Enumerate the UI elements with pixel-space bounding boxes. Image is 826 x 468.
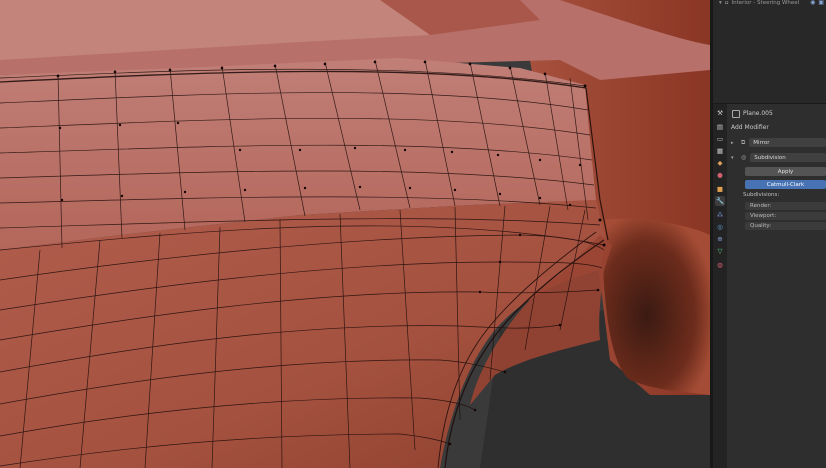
- modifier-row-mirror[interactable]: ▸ ⧉ Mirror: [731, 137, 826, 148]
- add-modifier-button[interactable]: Add Modifier: [731, 122, 826, 133]
- modifier-panel: Plane.005 Add Modifier ▸ ⧉ Mirror ▾ ◎ Su…: [727, 104, 826, 468]
- catmull-clark-toggle[interactable]: Catmull-Clark: [745, 180, 826, 189]
- properties-area: ▾ ▫ Interior - Steering Wheel ◉ ▣ ⚒ ▤ ▭ …: [713, 0, 826, 468]
- chevron-down-icon[interactable]: ▾: [719, 0, 722, 6]
- render-levels-field[interactable]: Render:: [745, 202, 826, 210]
- tool-tab-icon[interactable]: ⚒: [715, 108, 725, 118]
- modifier-row-subdivision[interactable]: ▾ ◎ Subdivision: [731, 152, 826, 163]
- car-body-mesh: [0, 0, 710, 468]
- modifier-name-field[interactable]: Mirror: [749, 138, 826, 147]
- properties-editor: ⚒ ▤ ▭ ▦ ◆ ● ■ 🔧 ⁂ ◎ ⊕ ▽ ◍ Plane.005 Add: [713, 104, 826, 468]
- object-header: Plane.005: [727, 108, 826, 119]
- collection-icon: ▫: [724, 0, 729, 6]
- camera-icon[interactable]: ▣: [818, 0, 824, 6]
- output-tab-icon[interactable]: ▭: [715, 134, 725, 144]
- quality-field[interactable]: Quality:: [745, 222, 826, 230]
- material-tab-icon[interactable]: ◍: [715, 260, 725, 270]
- apply-button[interactable]: Apply: [745, 167, 826, 176]
- object-data-icon: [732, 109, 740, 118]
- modifier-name-field[interactable]: Subdivision: [750, 153, 826, 162]
- subdivision-modifier-icon: ◎: [741, 154, 747, 161]
- modifier-tab-icon[interactable]: 🔧: [715, 196, 725, 206]
- properties-tabs: ⚒ ▤ ▭ ▦ ◆ ● ■ 🔧 ⁂ ◎ ⊕ ▽ ◍: [713, 104, 727, 468]
- chevron-down-icon[interactable]: ▾: [731, 155, 737, 161]
- subdivisions-label: Subdivisions:: [743, 192, 780, 198]
- 3d-viewport[interactable]: [0, 0, 710, 468]
- scene-tab-icon[interactable]: ◆: [715, 158, 725, 168]
- data-tab-icon[interactable]: ▽: [715, 246, 725, 256]
- render-tab-icon[interactable]: ▤: [715, 122, 725, 132]
- outliner-toggles: ◉ ▣: [810, 0, 824, 6]
- eye-icon[interactable]: ◉: [810, 0, 815, 6]
- outliner[interactable]: ▾ ▫ Interior - Steering Wheel ◉ ▣: [713, 0, 826, 104]
- outliner-row-label: Interior - Steering Wheel: [731, 0, 800, 6]
- blender-window: ▾ ▫ Interior - Steering Wheel ◉ ▣ ⚒ ▤ ▭ …: [0, 0, 826, 468]
- chevron-right-icon[interactable]: ▸: [731, 140, 737, 146]
- viewport-levels-field[interactable]: Viewport:: [745, 212, 826, 220]
- particles-tab-icon[interactable]: ⁂: [715, 210, 725, 220]
- object-tab-icon[interactable]: ■: [715, 184, 725, 194]
- constraints-tab-icon[interactable]: ⊕: [715, 234, 725, 244]
- mirror-modifier-icon: ⧉: [741, 138, 746, 146]
- world-tab-icon[interactable]: ●: [715, 170, 725, 180]
- view-layer-tab-icon[interactable]: ▦: [715, 146, 725, 156]
- physics-tab-icon[interactable]: ◎: [715, 222, 725, 232]
- object-name[interactable]: Plane.005: [743, 110, 773, 117]
- outliner-row[interactable]: ▾ ▫ Interior - Steering Wheel: [719, 0, 799, 8]
